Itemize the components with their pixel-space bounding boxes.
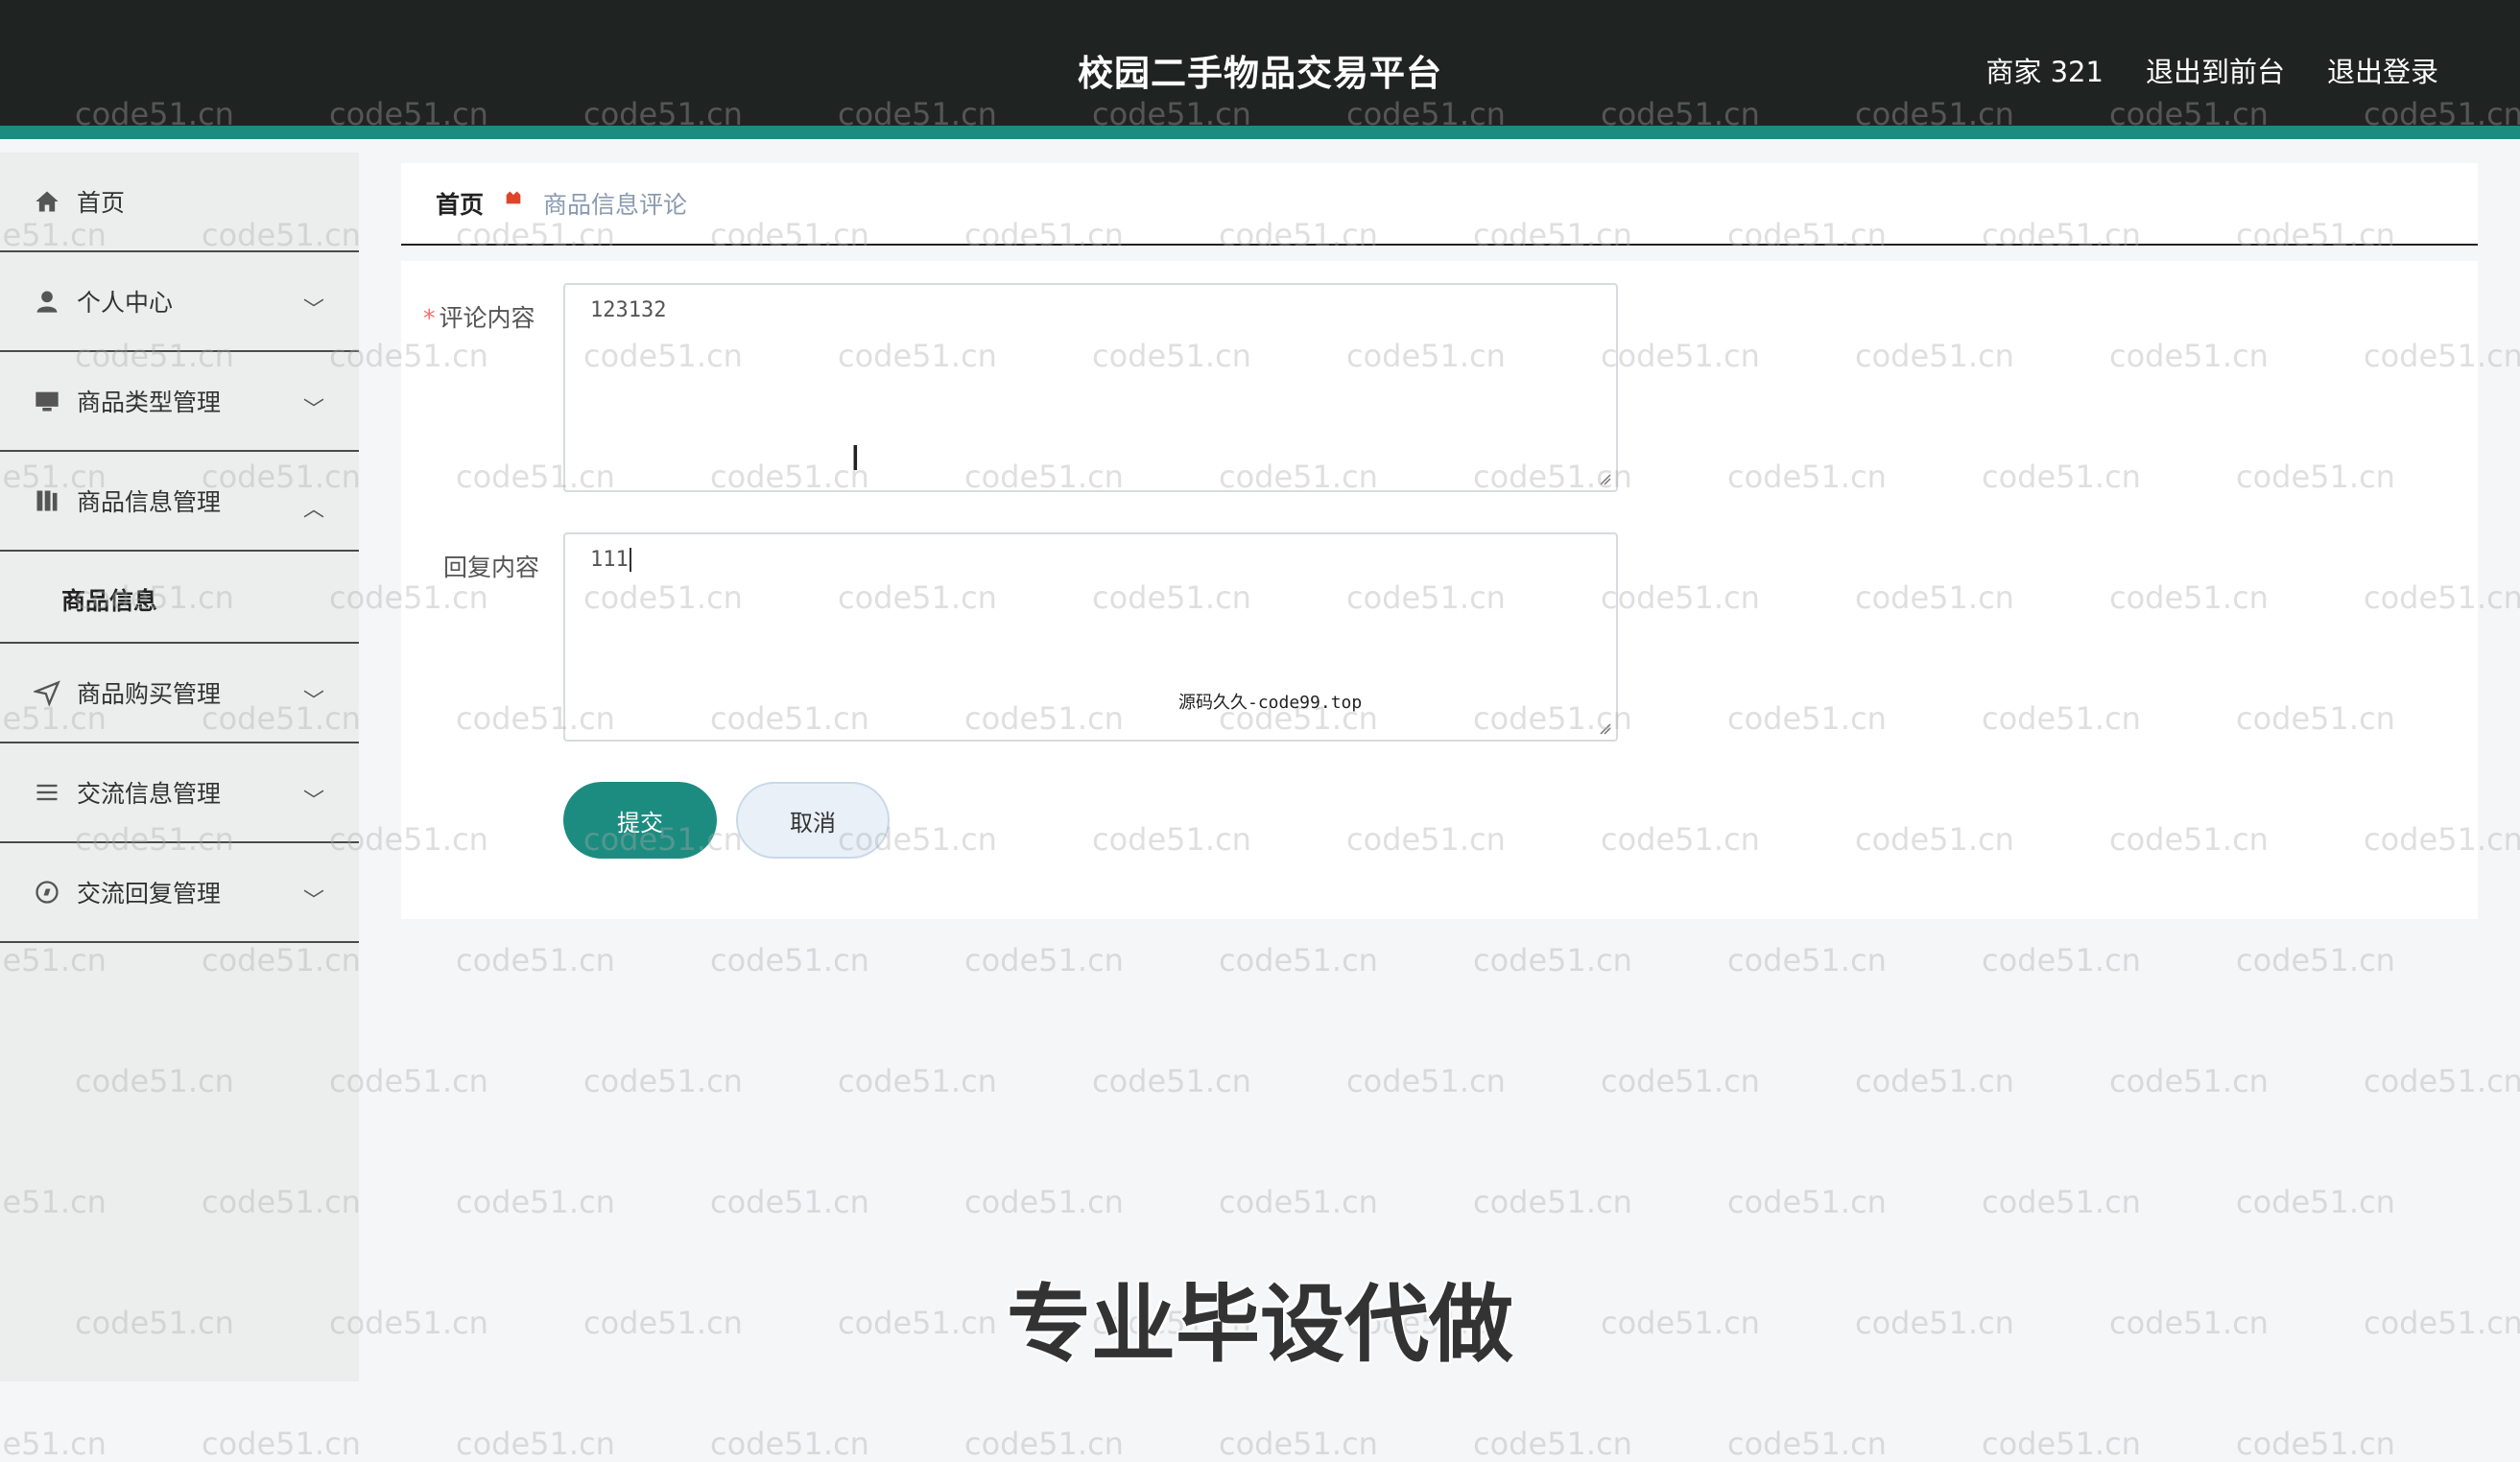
watermark-text: code51.cn (1727, 1426, 1887, 1462)
watermark-text: code51.cn (2109, 1063, 2269, 1099)
user-name[interactable]: 商家 321 (1985, 50, 2104, 90)
reply-label: 回复内容 (443, 554, 540, 581)
watermark-text: code51.cn (1473, 1426, 1632, 1462)
watermark-text: code51.cn (456, 942, 615, 979)
cancel-button[interactable]: 取消 (736, 782, 890, 859)
watermark-text: code51.cn (1727, 1184, 1887, 1220)
breadcrumb-home[interactable]: 首页 (436, 186, 484, 221)
back-to-front-link[interactable]: 退出到前台 (2146, 50, 2285, 90)
logout-link[interactable]: 退出登录 (2327, 50, 2438, 90)
sidebar-item-home[interactable]: 首页 (0, 153, 359, 252)
sidebar-item-label: 首页 (77, 189, 126, 217)
sidebar-item-label: 商品购买管理 (77, 680, 222, 708)
text-cursor-icon: I (850, 439, 861, 479)
breadcrumb-current: 商品信息评论 (543, 191, 688, 219)
top-header: 校园二手物品交易平台 商家 321 退出到前台 退出登录 (0, 0, 2520, 139)
watermark-text: code51.cn (710, 1184, 869, 1220)
send-icon (33, 678, 61, 707)
resize-handle-icon[interactable] (1599, 473, 1612, 486)
submit-button[interactable]: 提交 (563, 782, 717, 859)
sidebar-subitem-label: 商品信息 (61, 587, 158, 615)
watermark-text: code51.cn (964, 1184, 1124, 1220)
monitor-icon (33, 387, 61, 415)
comment-textarea[interactable]: 123132 (563, 283, 1618, 492)
sidebar-item-label: 商品类型管理 (77, 389, 222, 416)
watermark-text: code51.cn (202, 1426, 361, 1462)
caption-text: 专业毕设代做 (1006, 1275, 1513, 1374)
text-caret (629, 548, 631, 572)
watermark-text: code51.cn (1092, 1063, 1251, 1099)
watermark-text: code51.cn (2236, 1426, 2395, 1462)
required-asterisk: * (423, 304, 436, 332)
list-icon (33, 778, 61, 807)
resize-handle-icon[interactable] (1599, 722, 1612, 736)
chevron-down-icon: ﹀ (303, 889, 325, 913)
sidebar: 首页 个人中心 ﹀ 商品类型管理 ﹀ 商品信息管理 ︿ 商品信息 商品购买管理 … (0, 153, 359, 1381)
watermark-text: code51.cn (838, 1063, 997, 1099)
sidebar-subitem-goods-info[interactable]: 商品信息 (0, 552, 359, 644)
header-nav: 商家 321 退出到前台 退出登录 (1985, 50, 2438, 90)
watermark-text: code51.cn (2236, 942, 2395, 979)
watermark-text: code51.cn (1982, 1184, 2141, 1220)
watermark-text: code51.cn (0, 1426, 107, 1462)
reply-textarea[interactable]: 111 (563, 532, 1618, 742)
watermark-text: code51.cn (1473, 942, 1632, 979)
chevron-down-icon: ﹀ (303, 398, 325, 422)
watermark-text: code51.cn (1601, 1063, 1760, 1099)
user-icon (33, 287, 61, 316)
sidebar-item-category-management[interactable]: 商品类型管理 ﹀ (0, 352, 359, 452)
watermark-text: code51.cn (1346, 1063, 1506, 1099)
sidebar-item-purchase-management[interactable]: 商品购买管理 ﹀ (0, 644, 359, 743)
sidebar-item-label: 交流回复管理 (77, 880, 222, 908)
watermark-text: code51.cn (583, 1063, 743, 1099)
breadcrumb: 首页 商品信息评论 (401, 163, 2478, 246)
sidebar-item-reply-management[interactable]: 交流回复管理 ﹀ (0, 843, 359, 943)
watermark-text: code51.cn (710, 942, 869, 979)
watermark-text: code51.cn (1219, 1426, 1378, 1462)
watermark-text: code51.cn (456, 1426, 615, 1462)
sidebar-item-personal-center[interactable]: 个人中心 ﹀ (0, 252, 359, 352)
watermark-text: code51.cn (710, 1426, 869, 1462)
compass-icon (33, 878, 61, 907)
breadcrumb-separator-icon (503, 186, 524, 213)
chevron-up-icon: ︿ (303, 498, 325, 522)
center-watermark: 源码久久-code99.top (1178, 693, 1363, 713)
chevron-down-icon: ﹀ (303, 298, 325, 322)
watermark-text: code51.cn (1982, 942, 2141, 979)
watermark-text: code51.cn (1473, 1184, 1632, 1220)
sidebar-item-label: 交流信息管理 (77, 780, 222, 808)
sidebar-item-exchange-management[interactable]: 交流信息管理 ﹀ (0, 743, 359, 843)
header-accent-bar (0, 126, 2520, 139)
watermark-text: code51.cn (1219, 1184, 1378, 1220)
chevron-down-icon: ﹀ (303, 790, 325, 814)
comment-label: * 评论内容 (423, 304, 535, 332)
chevron-down-icon: ﹀ (303, 690, 325, 714)
watermark-text: code51.cn (964, 1426, 1124, 1462)
sidebar-item-goods-management[interactable]: 商品信息管理 ︿ (0, 452, 359, 552)
sidebar-item-label: 个人中心 (77, 289, 174, 317)
watermark-text: code51.cn (1982, 1426, 2141, 1462)
watermark-text: code51.cn (456, 1184, 615, 1220)
book-icon (33, 486, 61, 515)
watermark-text: code51.cn (2364, 1063, 2520, 1099)
watermark-text: code51.cn (1219, 942, 1378, 979)
home-icon (33, 187, 61, 216)
watermark-text: code51.cn (1727, 942, 1887, 979)
watermark-text: code51.cn (1855, 1063, 2014, 1099)
sidebar-item-label: 商品信息管理 (77, 488, 222, 516)
watermark-text: code51.cn (2236, 1184, 2395, 1220)
watermark-text: code51.cn (964, 942, 1124, 979)
